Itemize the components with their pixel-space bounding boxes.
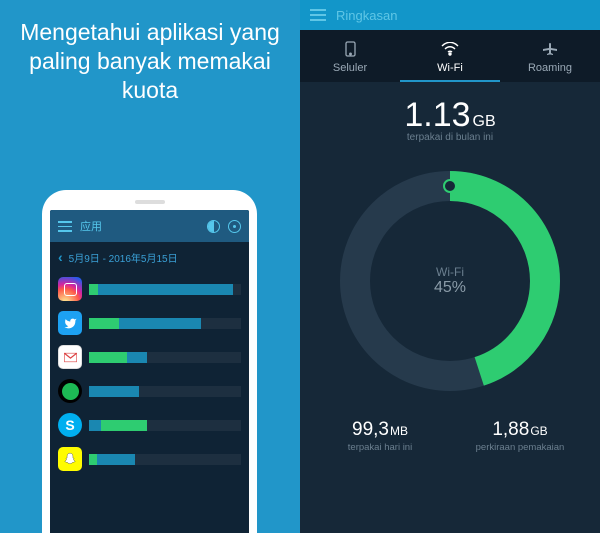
- usage-bar: [89, 318, 241, 329]
- list-item[interactable]: S: [50, 408, 249, 442]
- spotify-icon: [58, 379, 82, 403]
- list-item[interactable]: [50, 340, 249, 374]
- promo-headline: Mengetahui aplikasi yang paling banyak m…: [0, 0, 300, 104]
- phone-icon: [300, 40, 400, 58]
- skype-icon: S: [58, 413, 82, 437]
- stat-today: 99,3MB terpakai hari ini: [310, 419, 450, 453]
- usage-bar: [89, 454, 241, 465]
- tab-label: Wi-Fi: [437, 62, 463, 74]
- date-range-text: 5月9日 - 2016年5月15日: [69, 250, 178, 265]
- list-item[interactable]: [50, 306, 249, 340]
- today-label: terpakai hari ini: [310, 442, 450, 453]
- estimate-label: perkiraan pemakaian: [450, 442, 590, 453]
- phone-speaker: [135, 200, 165, 204]
- usage-subtitle: terpakai di bulan ini: [300, 132, 600, 143]
- usage-bar: [89, 284, 241, 295]
- phone-screen: 应用 ‹ 5月9日 - 2016年5月15日: [50, 210, 249, 533]
- usage-value: 1.13: [404, 96, 470, 134]
- estimate-value: 1,88: [492, 419, 529, 440]
- estimate-unit: GB: [530, 424, 547, 438]
- stat-estimate: 1,88GB perkiraan pemakaian: [450, 419, 590, 453]
- gmail-icon: [58, 345, 82, 369]
- usage-bar: [89, 420, 241, 431]
- target-icon[interactable]: [228, 220, 241, 233]
- top-bar: Ringkasan: [300, 0, 600, 30]
- instagram-icon: [58, 277, 82, 301]
- bottom-stats: 99,3MB terpakai hari ini 1,88GB perkiraa…: [300, 419, 600, 453]
- total-usage: 1.13GB terpakai di bulan ini: [300, 96, 600, 143]
- list-item[interactable]: [50, 442, 249, 476]
- promo-panel: Mengetahui aplikasi yang paling banyak m…: [0, 0, 300, 533]
- tab-label: Roaming: [528, 62, 572, 74]
- date-range-row[interactable]: ‹ 5月9日 - 2016年5月15日: [50, 242, 249, 272]
- wifi-icon: [400, 40, 500, 58]
- app-usage-list: S: [50, 272, 249, 476]
- hamburger-icon[interactable]: [310, 9, 326, 21]
- phone-mockup: 应用 ‹ 5月9日 - 2016年5月15日: [42, 190, 257, 533]
- today-unit: MB: [390, 424, 408, 438]
- tab-cellular[interactable]: Seluler: [300, 30, 400, 82]
- donut-label: Wi-Fi: [434, 265, 466, 279]
- chevron-left-icon[interactable]: ‹: [58, 249, 63, 265]
- app-list-title: 应用: [80, 218, 199, 234]
- airplane-icon: [500, 40, 600, 58]
- tab-roaming[interactable]: Roaming: [500, 30, 600, 82]
- donut-chart: Wi-Fi 45%: [330, 161, 570, 401]
- hamburger-icon[interactable]: [58, 221, 72, 231]
- donut-percent: 45%: [434, 279, 466, 297]
- list-item[interactable]: [50, 272, 249, 306]
- usage-unit: GB: [473, 113, 496, 130]
- usage-bar: [89, 352, 241, 363]
- today-value: 99,3: [352, 419, 389, 440]
- app-list-header: 应用: [50, 210, 249, 242]
- screen-title: Ringkasan: [336, 8, 397, 23]
- list-item[interactable]: [50, 374, 249, 408]
- tab-wifi[interactable]: Wi-Fi: [400, 30, 500, 82]
- twitter-icon: [58, 311, 82, 335]
- summary-screen: Ringkasan Seluler Wi-Fi Roaming 1.13GB t…: [300, 0, 600, 533]
- chart-toggle-icon[interactable]: [207, 220, 220, 233]
- tab-bar: Seluler Wi-Fi Roaming: [300, 30, 600, 82]
- donut-center: Wi-Fi 45%: [434, 265, 466, 297]
- tab-label: Seluler: [333, 62, 367, 74]
- snapchat-icon: [58, 447, 82, 471]
- usage-bar: [89, 386, 241, 397]
